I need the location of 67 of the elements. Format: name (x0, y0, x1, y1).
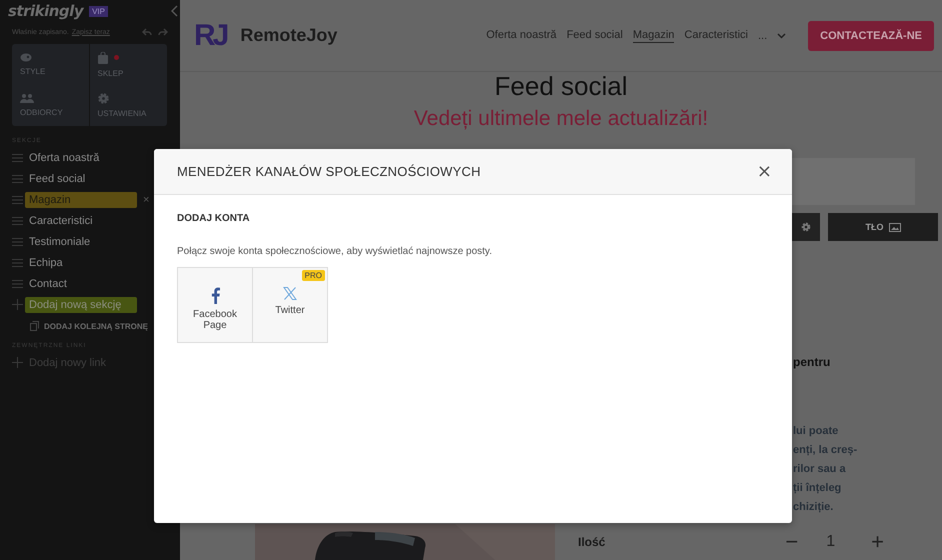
increase-button[interactable]: + (871, 529, 884, 555)
section-subtitle: Vedeți ultimele mele actualizări! (412, 106, 710, 132)
section-item[interactable]: Magazin (25, 192, 137, 208)
product-description: chiziție. (793, 500, 834, 515)
product-description: rilor sau a (793, 462, 847, 477)
drag-handle-icon[interactable] (12, 216, 23, 224)
settings-icon (801, 222, 811, 232)
vip-badge: VIP (89, 6, 108, 16)
tool-tile[interactable]: USTAWIENIA (90, 86, 167, 126)
account-tile[interactable]: Facebook Page (177, 267, 253, 343)
logo-mark[interactable]: RJ (194, 18, 226, 52)
modal-description: Połącz swoje konta społecznościowe, aby wyświetlać najnowsze posty. (177, 246, 493, 257)
section-heading: DODAJ KONTA (177, 213, 251, 224)
nav-link[interactable]: Oferta noastră (486, 29, 557, 42)
drag-handle-icon[interactable] (12, 280, 23, 288)
drag-handle-icon[interactable] (12, 238, 23, 246)
product-title: pentru (792, 355, 832, 369)
decrease-button[interactable]: − (785, 529, 798, 555)
contact-button[interactable]: CONTACTEAZĂ-NE (808, 20, 934, 50)
gear-icon (98, 93, 108, 104)
section-item[interactable]: Contact (25, 276, 137, 292)
more-menu[interactable]: ... (758, 30, 768, 42)
quantity-label: Ilość (578, 535, 606, 549)
nav-link[interactable]: Magazin (632, 28, 674, 42)
site-name[interactable]: RemoteJoy (240, 25, 338, 46)
settings-button[interactable] (792, 213, 820, 241)
add-page-button[interactable]: DODAJ KOLEJNĄ STRONĘ (44, 322, 148, 330)
undo-icon[interactable] (142, 28, 152, 36)
nav-link[interactable]: Caracteristici (684, 29, 748, 42)
people-icon (20, 94, 34, 104)
pro-badge: PRO (302, 270, 325, 281)
remove-icon[interactable]: × (143, 194, 150, 206)
facebook-icon (210, 287, 220, 304)
pages-icon (30, 321, 39, 331)
background-button[interactable]: TŁO (828, 213, 938, 241)
x-icon (283, 287, 297, 300)
section-item[interactable]: Oferta noastră (25, 150, 137, 166)
section-title: Feed social (494, 72, 628, 100)
image-icon (888, 222, 900, 232)
product-description: enți, la creș- (793, 443, 858, 458)
drag-handle-icon[interactable] (12, 154, 23, 162)
chevron-down-icon[interactable] (777, 32, 786, 38)
section-item[interactable]: Feed social (25, 170, 137, 186)
modal-title: MENEDŻER KANAŁÓW SPOŁECZNOŚCIOWYCH (177, 164, 481, 179)
plus-icon (12, 299, 23, 310)
plus-icon (12, 357, 23, 368)
redo-icon[interactable] (158, 28, 168, 36)
quantity-value: 1 (826, 533, 836, 551)
tool-tile[interactable]: STYLE (12, 44, 90, 86)
section-item[interactable]: Testimoniale (25, 234, 137, 250)
add-section-button[interactable]: Dodaj nową sekcję (25, 296, 137, 312)
drag-handle-icon[interactable] (12, 174, 23, 182)
close-button[interactable]: × (754, 161, 774, 182)
drag-handle-icon[interactable] (12, 258, 23, 266)
bag-icon (98, 52, 108, 64)
nav-link[interactable]: Feed social (566, 29, 623, 42)
product-description: ții înțeleg (793, 481, 842, 496)
section-item[interactable]: Caracteristici (25, 212, 137, 228)
section-item[interactable]: Echipa (25, 254, 137, 270)
brand-logo: strikingly (8, 2, 84, 20)
drag-handle-icon[interactable] (12, 196, 23, 204)
palette-icon (20, 53, 32, 62)
tool-tile[interactable]: ODBIORCY (12, 86, 90, 126)
product-description: lui poate (793, 424, 840, 439)
account-tile[interactable]: PRO Twitter (252, 267, 328, 343)
collapse-icon[interactable] (171, 5, 178, 17)
tool-tile[interactable]: SKLEP (90, 44, 167, 86)
